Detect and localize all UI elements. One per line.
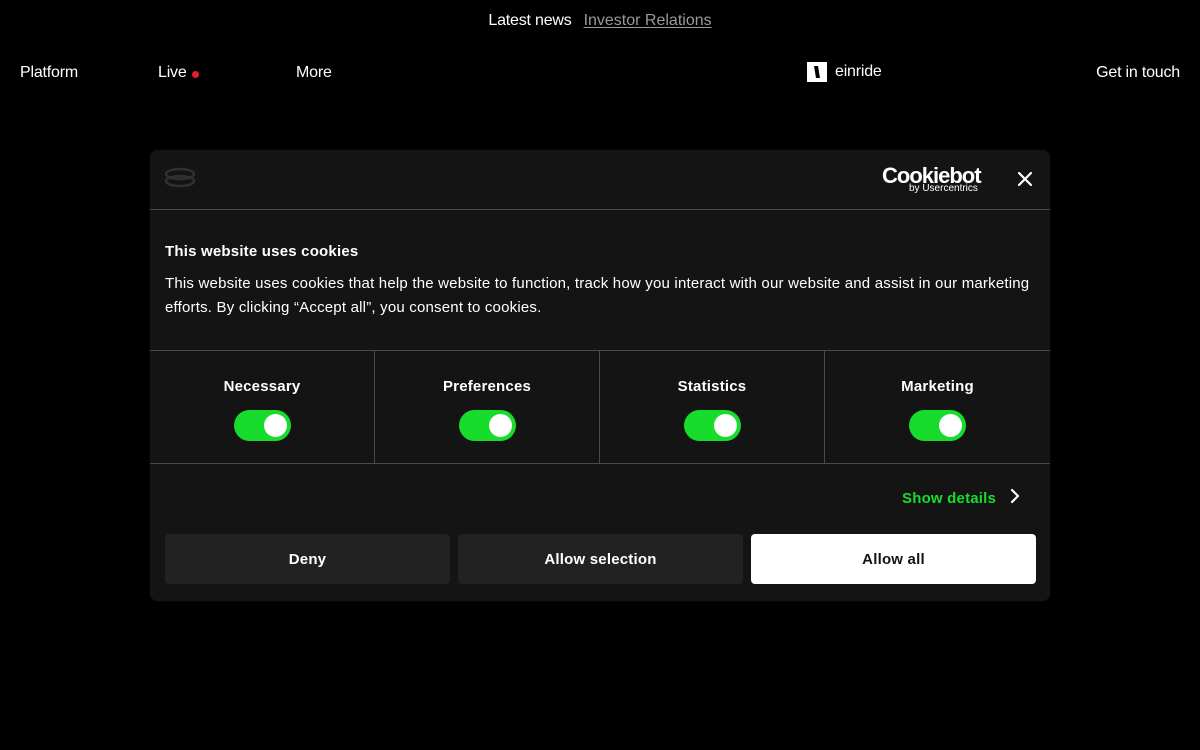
- cookie-consent-dialog: Cookiebot by Usercentrics This website u…: [150, 150, 1050, 601]
- einride-logo-mark-icon: [807, 62, 827, 82]
- nav-item-platform[interactable]: Platform: [20, 64, 78, 82]
- category-marketing: Marketing: [825, 351, 1050, 463]
- main-nav: Platform Live More einride Get in touch: [0, 52, 1200, 94]
- consent-categories: Necessary Preferences Statistics Marketi…: [150, 351, 1050, 464]
- cookiebot-logo[interactable]: Cookiebot by Usercentrics: [882, 163, 984, 197]
- toggle-knob: [714, 414, 737, 437]
- statistics-toggle[interactable]: [684, 410, 741, 441]
- nav-item-more[interactable]: More: [296, 64, 332, 82]
- dialog-header: Cookiebot by Usercentrics: [150, 150, 1050, 210]
- details-row: Show details: [150, 464, 1050, 534]
- dialog-body: This website uses cookies This website u…: [150, 210, 1050, 351]
- live-indicator-dot: [191, 70, 199, 78]
- category-label: Statistics: [677, 378, 747, 395]
- necessary-toggle[interactable]: [234, 410, 291, 441]
- close-icon[interactable]: [1016, 170, 1034, 188]
- category-statistics: Statistics: [600, 351, 825, 463]
- allow-all-button[interactable]: Allow all: [751, 534, 1036, 584]
- toggle-knob: [264, 414, 287, 437]
- category-label: Marketing: [901, 378, 974, 395]
- deny-button[interactable]: Deny: [165, 534, 450, 584]
- nav-item-live-label: Live: [158, 64, 187, 81]
- category-label: Necessary: [223, 378, 301, 395]
- investor-relations-link[interactable]: Investor Relations: [584, 12, 712, 30]
- nav-item-live[interactable]: Live: [158, 64, 199, 82]
- get-in-touch-link[interactable]: Get in touch: [1096, 64, 1180, 82]
- dialog-description: This website uses cookies that help the …: [165, 275, 1030, 316]
- category-label: Preferences: [442, 378, 532, 395]
- dialog-title: This website uses cookies: [165, 243, 359, 260]
- consent-buttons: Deny Allow selection Allow all: [165, 534, 1036, 584]
- show-details-link[interactable]: Show details: [902, 488, 1020, 508]
- chevron-right-icon: [1010, 488, 1020, 508]
- category-preferences: Preferences: [375, 351, 600, 463]
- toggle-knob: [489, 414, 512, 437]
- allow-selection-button[interactable]: Allow selection: [458, 534, 743, 584]
- latest-news-label[interactable]: Latest news: [488, 12, 571, 30]
- cookiebot-logo-subtext: by Usercentrics: [909, 183, 978, 194]
- preferences-toggle[interactable]: [459, 410, 516, 441]
- announcement-bar: Latest news Investor Relations: [0, 0, 1200, 42]
- einride-logo-text: einride: [835, 63, 882, 80]
- marketing-toggle[interactable]: [909, 410, 966, 441]
- einride-logo[interactable]: einride: [807, 62, 882, 82]
- category-necessary: Necessary: [150, 351, 375, 463]
- show-details-label: Show details: [902, 489, 997, 507]
- toggle-knob: [939, 414, 962, 437]
- site-brand-icon: [164, 166, 196, 197]
